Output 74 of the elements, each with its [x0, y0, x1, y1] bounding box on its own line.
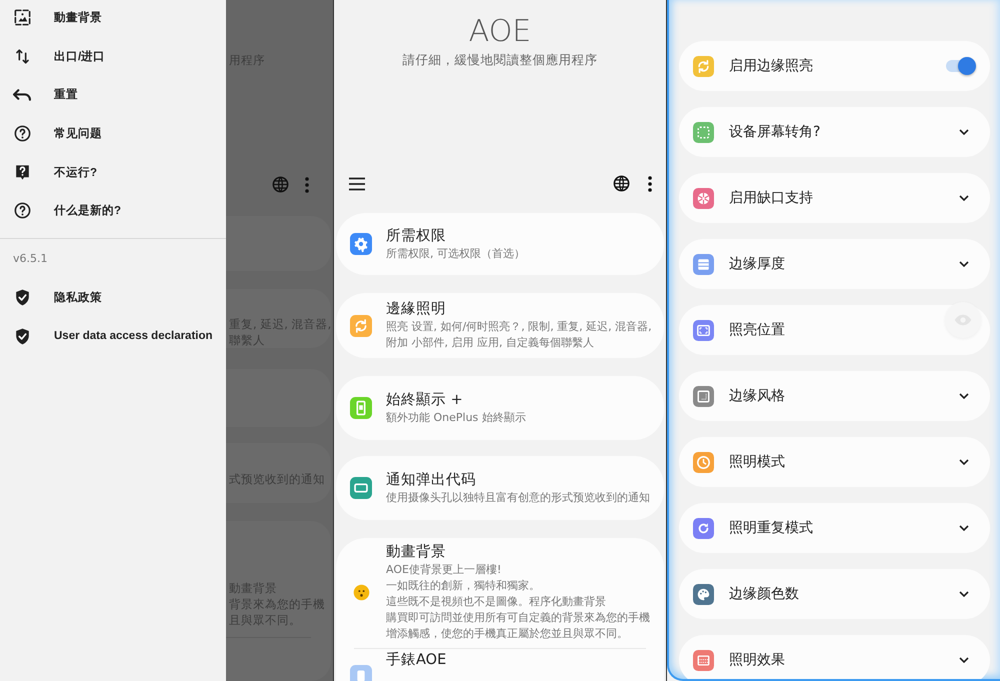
drawer-item[interactable]: 出口/进口	[0, 36, 226, 76]
setting-label: 边缘颜色数	[729, 585, 800, 603]
feature-card[interactable]: 邊緣照明 照亮 设置, 如何/何时照亮？, 限制, 重复, 延迟, 混音器, 附加 小部件, 启用 应用, 自定義每個聯繫人	[336, 293, 664, 358]
card-description: 這些既不是視頻也不是圖像。程序化動畫背景	[386, 594, 607, 610]
setting-row[interactable]: 照明模式	[679, 437, 990, 487]
setting-row[interactable]: 设备屏幕转角?	[679, 107, 990, 157]
feature-card[interactable]: 動畫背景 AOE使背景更上一層樓! 一如既往的創新，獨特和獨家。 這些既不是視頻也不是圖像。程序化動畫背景 購買即可訪問並使用所有可自定義的背景來為您的手機 增添觸感，使您的手機真正屬於您並且與眾不同。 手錶AOE	[336, 538, 664, 681]
setting-row[interactable]: 边缘厚度	[679, 239, 990, 289]
setting-label: 边缘风格	[729, 387, 786, 405]
card-description: AOE使背景更上一層樓!	[386, 562, 502, 578]
watch-icon	[350, 665, 372, 681]
setting-label: 照亮位置	[729, 321, 786, 339]
globe-icon[interactable]	[612, 174, 631, 193]
setting-label: 照明模式	[729, 453, 786, 471]
shield-check-icon	[13, 326, 32, 346]
card-title: 動畫背景	[386, 543, 447, 562]
chevron-down-icon[interactable]	[959, 129, 969, 135]
app-subtitle: 請仔細，緩慢地閱讀整個應用程序	[402, 51, 598, 69]
card-description: 所需权限, 可选权限（首选）	[386, 246, 525, 262]
drawer-item[interactable]: 動畫背景	[0, 0, 226, 37]
chevron-down-icon[interactable]	[959, 195, 969, 201]
setting-label: 启用边缘照亮	[729, 57, 814, 75]
feature-card[interactable]: 始終顯示 + 額外功能 OnePlus 始終顯示	[336, 376, 664, 440]
drawer-item[interactable]: User data access declaration	[0, 316, 226, 356]
face-icon	[353, 584, 370, 601]
card-description: 增添觸感，使您的手機真正屬於您並且與眾不同。	[386, 626, 629, 642]
chevron-down-icon[interactable]	[959, 459, 969, 465]
card-title: 所需权限	[386, 226, 447, 246]
setting-label: 启用缺口支持	[729, 189, 814, 207]
globe-icon	[271, 175, 290, 194]
chevron-down-icon[interactable]	[959, 261, 969, 267]
setting-row[interactable]: 照亮位置	[679, 305, 990, 355]
shield-check-icon	[13, 288, 32, 307]
feature-card[interactable]: 通知弹出代码 使用摄像头孔以独特且富有创意的形式预览收到的通知	[336, 456, 664, 520]
setting-label: 设备屏幕转角?	[729, 123, 822, 141]
setting-label: 边缘厚度	[729, 255, 786, 273]
setting-row[interactable]: 边缘颜色数	[679, 569, 990, 619]
card-description: 使用摄像头孔以独特且富有创意的形式预览收到的通知	[386, 490, 650, 506]
setting-label: 照明效果	[729, 651, 786, 669]
menu-icon[interactable]	[348, 176, 366, 190]
setting-row[interactable]: 照明效果	[679, 635, 990, 679]
chevron-down-icon[interactable]	[959, 657, 969, 663]
feature-card[interactable]: 所需权限 所需权限, 可选权限（首选）	[336, 213, 664, 275]
card-description: 照亮 设置, 如何/何时照亮？, 限制, 重复, 延迟, 混音器, 附加 小部件, 启用 应用, 自定義每個聯繫人	[386, 319, 653, 351]
card-title: 始終顯示 +	[386, 390, 464, 410]
drawer-item[interactable]: 不运行?	[0, 152, 226, 192]
chevron-down-icon[interactable]	[959, 393, 969, 399]
card-title: 手錶AOE	[386, 651, 446, 670]
app-title: AOE	[468, 14, 532, 50]
swap-arrows-icon	[13, 46, 32, 66]
card-title: 通知弹出代码	[386, 470, 477, 490]
drawer-item[interactable]: 重置	[0, 75, 226, 114]
undo-icon	[13, 88, 31, 101]
question-box-icon	[13, 162, 32, 182]
card-description: 一如既往的創新，獨特和獨家。	[386, 578, 541, 594]
setting-row[interactable]: 照明重复模式	[679, 503, 990, 553]
drawer-item[interactable]: 常见问题	[0, 114, 226, 153]
drawer-item[interactable]: 什么是新的?	[0, 191, 226, 230]
card-description: 額外功能 OnePlus 始終顯示	[386, 410, 526, 426]
card-description: 購買即可訪問並使用所有可自定義的背景來為您的手機	[386, 610, 650, 626]
help-icon	[13, 124, 32, 143]
setting-row[interactable]: 边缘风格	[679, 371, 990, 421]
more-icon[interactable]	[648, 176, 652, 192]
drawer-item[interactable]: 隐私政策	[0, 278, 226, 317]
chevron-down-icon[interactable]	[959, 525, 969, 531]
more-icon	[305, 176, 309, 193]
setting-row[interactable]: 启用边缘照亮	[679, 41, 990, 91]
chevron-down-icon[interactable]	[959, 591, 969, 597]
picture-frame-icon	[13, 8, 32, 27]
version-label: v6.5.1	[13, 252, 48, 266]
card-title: 邊緣照明	[386, 300, 447, 319]
help-icon	[13, 201, 32, 220]
setting-row[interactable]: 启用缺口支持	[679, 173, 990, 223]
setting-label: 照明重复模式	[729, 519, 814, 537]
